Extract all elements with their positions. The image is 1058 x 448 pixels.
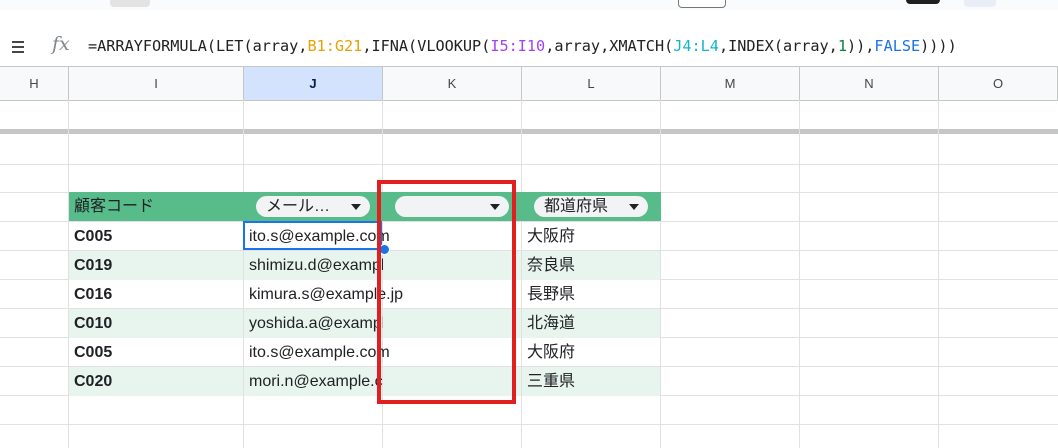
formula-menu-icon[interactable] [12,39,24,53]
fx-icon: fx [52,33,70,55]
formula-token: ,IFNA(VLOOKUP( [362,37,491,55]
prefecture-cell[interactable]: 大阪府 [522,338,660,367]
header-cell-email[interactable]: メール… [244,192,383,221]
prefecture-cell[interactable]: 三重県 [522,367,660,396]
email-cell[interactable]: kimura.s@example.jp [244,280,403,309]
customer-code-cell[interactable]: C020 [69,367,243,396]
prefecture-cell[interactable]: 大阪府 [522,222,660,251]
column-header-n[interactable]: N [800,67,939,100]
prefecture-cell[interactable]: 奈良県 [522,251,660,280]
chevron-down-icon [629,204,639,210]
column-header-h[interactable]: H [0,67,69,100]
header-cell-customer-code[interactable]: 顧客コード [69,192,244,221]
formula-token: I5:I10 [490,37,546,55]
formula-token: B1:G21 [307,37,363,55]
prefecture-dropdown-chip[interactable]: 都道府県 [534,196,648,217]
toolbar-button[interactable] [110,0,150,7]
prefecture-cell[interactable]: 北海道 [522,309,660,338]
formula-token: J4:L4 [673,37,719,55]
toolbar-button[interactable] [906,0,940,4]
formula-token: 1 [837,37,847,55]
column-header-l[interactable]: L [522,67,661,100]
column-header-k[interactable]: K [383,67,522,100]
formula-token: ,INDEX(array, [718,37,838,55]
formula-token: )), [846,37,875,55]
customer-code-cell[interactable]: C019 [69,251,243,280]
toolbar-button[interactable] [964,0,996,7]
email-cell[interactable]: yoshida.a@example.jp [244,309,411,338]
active-cell-selection [243,221,382,250]
column-header-row: H I J K L M N O [0,66,1058,101]
prefecture-cell[interactable]: 長野県 [522,280,660,309]
customer-code-cell[interactable]: C005 [69,222,243,251]
customer-code-cell[interactable]: C010 [69,309,243,338]
column-header-i[interactable]: I [69,67,244,100]
email-dropdown-chip[interactable]: メール… [256,196,370,217]
formula-token: =ARRAYFORMULA(LET(array, [88,37,308,55]
header-label: 顧客コード [74,198,155,215]
formula-input[interactable]: =ARRAYFORMULA(LET(array,B1:G21,IFNA(VLOO… [88,37,957,55]
email-cell[interactable]: ito.s@example.com [244,338,390,367]
chevron-down-icon [351,204,361,210]
formula-token: FALSE [874,37,921,55]
email-cell[interactable]: mori.n@example.com [244,367,405,396]
chip-label: 都道府県 [544,198,609,215]
formula-bar: fx =ARRAYFORMULA(LET(array,B1:G21,IFNA(V… [0,28,1058,64]
highlight-annotation-box [377,180,516,404]
toolbar-button[interactable] [678,0,726,8]
column-header-m[interactable]: M [661,67,800,100]
formula-token: )))) [920,37,957,55]
customer-code-cell[interactable]: C016 [69,280,243,309]
chip-label: メール… [266,198,331,215]
toolbar-strip [0,0,1058,10]
customer-code-cell[interactable]: C005 [69,338,243,367]
header-cell-prefecture[interactable]: 都道府県 [522,192,661,221]
column-header-j[interactable]: J [244,67,383,100]
freeze-divider[interactable] [0,129,1058,134]
column-header-o[interactable]: O [939,67,1058,100]
email-cell[interactable]: shimizu.d@example.jp [244,251,410,280]
formula-token: ,array,XMATCH( [545,37,674,55]
